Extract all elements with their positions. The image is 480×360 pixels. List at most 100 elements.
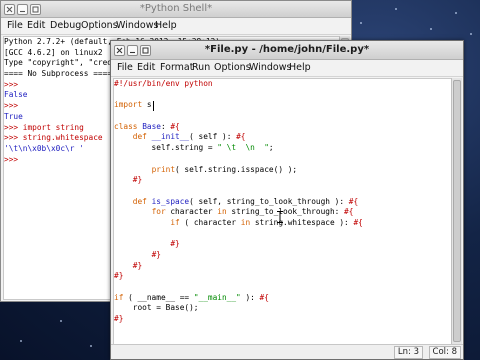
code-line: def __init__( self ): #{	[114, 132, 452, 143]
editor-statusbar: Ln: 3 Col: 8	[111, 344, 463, 359]
background-star	[455, 12, 457, 14]
code-token: #}	[132, 260, 143, 270]
background-star	[90, 345, 92, 347]
code-token: string_to_look_through:	[226, 207, 345, 217]
code-token: #}	[114, 314, 124, 324]
code-line: import s	[114, 100, 452, 111]
code-token: def	[132, 132, 147, 142]
close-icon[interactable]	[114, 45, 125, 56]
code-token: ( self.string.isspace() );	[175, 164, 298, 174]
shell-menu-help[interactable]: Help	[155, 18, 177, 34]
code-token: #{	[344, 207, 354, 217]
background-star	[430, 28, 432, 30]
editor-menu-edit[interactable]: Edit	[137, 60, 155, 76]
code-token: " \t \n "	[217, 143, 269, 153]
code-token: ):	[240, 292, 260, 302]
code-line: root = Base();	[114, 303, 452, 314]
code-line: print( self.string.isspace() );	[114, 165, 452, 176]
code-token: #!/usr/bin/env python	[114, 79, 213, 88]
shell-menu-windows[interactable]: Windows	[116, 18, 158, 34]
code-line: for character in string_to_look_through:…	[114, 207, 452, 218]
code-token: #}	[132, 175, 143, 185]
code-token: #{	[259, 292, 269, 302]
editor-menu-options[interactable]: Options	[214, 60, 251, 76]
code-token: ;	[268, 143, 274, 153]
editor-titlebar[interactable]: *File.py - /home/john/File.py*	[111, 41, 463, 60]
code-token: class	[114, 121, 138, 131]
code-token: string.whitespace ):	[250, 217, 354, 227]
shell-menu-options[interactable]: Options	[81, 18, 118, 34]
background-star	[20, 340, 22, 342]
code-token: if	[114, 292, 124, 302]
code-line: #}	[114, 261, 452, 272]
background-star	[60, 320, 62, 322]
code-token: "__main__"	[193, 292, 241, 302]
code-token: in	[240, 217, 251, 227]
code-line: #}	[114, 314, 452, 325]
editor-menu-file[interactable]: File	[117, 60, 133, 76]
background-star	[395, 8, 397, 10]
code-token: #}	[170, 239, 180, 249]
code-line: if ( character in string.whitespace ): #…	[114, 218, 452, 229]
code-token: for	[151, 207, 166, 217]
code-token: character	[165, 207, 218, 217]
editor-menu-help[interactable]: Help	[289, 60, 311, 76]
code-line: #!/usr/bin/env python	[114, 79, 452, 90]
code-token: #}	[114, 271, 124, 281]
editor-window-title: *File.py - /home/john/File.py*	[204, 44, 370, 55]
maximize-icon[interactable]	[30, 4, 41, 15]
code-token: def	[132, 196, 147, 206]
code-line: def is_space( self, string_to_look_throu…	[114, 197, 452, 208]
code-token: :	[160, 121, 171, 131]
shell-menu-edit[interactable]: Edit	[27, 18, 45, 34]
shell-titlebar[interactable]: *Python Shell*	[1, 1, 351, 18]
close-icon[interactable]	[4, 4, 15, 15]
text-cursor	[153, 101, 154, 111]
code-token: ( self, string_to_look_through ):	[189, 196, 349, 206]
editor-scrollbar[interactable]	[451, 78, 462, 344]
minimize-icon[interactable]	[17, 4, 28, 15]
editor-menu-run[interactable]: Run	[192, 60, 210, 76]
shell-window-title: *Python Shell*	[139, 3, 213, 14]
status-col: Col: 8	[428, 346, 461, 359]
editor-scroll-thumb[interactable]	[453, 80, 461, 342]
code-line: #}	[114, 271, 452, 282]
editor-window[interactable]: *File.py - /home/john/File.py* File Edit…	[110, 40, 464, 360]
code-line: if ( __name__ == "__main__" ): #{	[114, 293, 452, 304]
code-token: if	[170, 217, 180, 227]
code-line: class Base: #{	[114, 122, 452, 133]
code-token: ( __name__ ==	[123, 292, 194, 302]
code-line: #}	[114, 175, 452, 186]
editor-menu-windows[interactable]: Windows	[249, 60, 291, 76]
code-token: #{	[348, 196, 359, 206]
code-token: import	[114, 100, 143, 110]
code-token: Base	[142, 121, 161, 131]
shell-menu-debug[interactable]: Debug	[50, 18, 81, 34]
background-star	[470, 33, 472, 35]
code-line: self.string = " \t \n ";	[114, 143, 452, 154]
code-token: self.string =	[114, 143, 218, 153]
editor-menu-format[interactable]: Format	[160, 60, 193, 76]
code-token: #{	[236, 132, 246, 142]
minimize-icon[interactable]	[127, 45, 138, 56]
shell-menu-file[interactable]: File	[7, 18, 23, 34]
editor-menubar: File Edit Format Run Options Windows Hel…	[111, 60, 463, 77]
code-token: root = Base();	[114, 303, 199, 313]
code-token: ( self ):	[189, 132, 237, 142]
ibeam-pointer-icon	[277, 211, 283, 227]
code-token: ( character	[179, 217, 241, 227]
maximize-icon[interactable]	[140, 45, 151, 56]
code-token: s	[142, 100, 152, 110]
code-editor-area[interactable]: #!/usr/bin/env python import s class Base:…	[113, 78, 453, 346]
